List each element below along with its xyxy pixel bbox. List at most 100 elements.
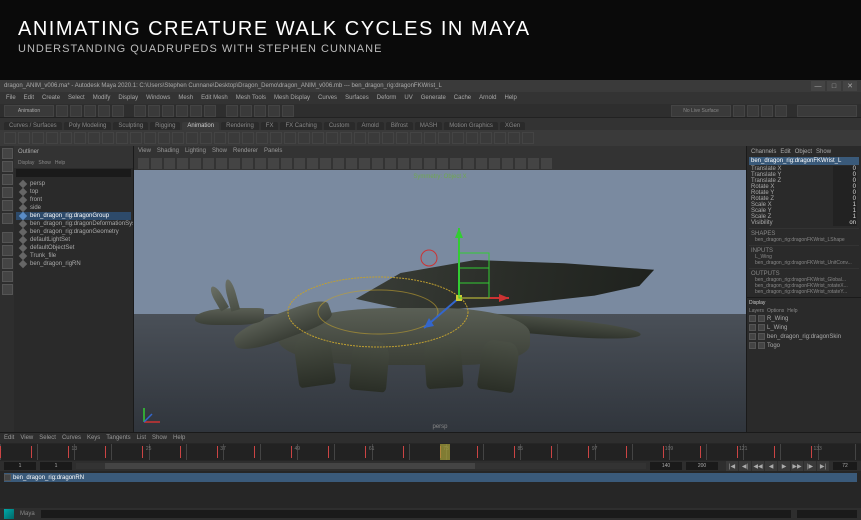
shelf-item-icon[interactable]: [130, 132, 142, 144]
layer-visibility-toggle[interactable]: [749, 342, 756, 349]
menu-edit-mesh[interactable]: Edit Mesh: [201, 95, 228, 101]
keyframe-tick[interactable]: [68, 446, 69, 458]
viewport-tool-icon[interactable]: [203, 158, 214, 169]
close-button[interactable]: ✕: [843, 81, 857, 91]
channelbox-menu-edit[interactable]: Edit: [780, 149, 790, 155]
outliner-item[interactable]: ben_dragon_rig:dragonDeformationSystem: [16, 220, 131, 228]
keyframe-tick[interactable]: [737, 446, 738, 458]
outliner-item[interactable]: defaultObjectSet: [16, 244, 131, 252]
channelbox-menu-show[interactable]: Show: [816, 149, 831, 155]
display-layer-row[interactable]: ben_dragon_rig:dragonSkin: [749, 332, 859, 341]
play-back-button[interactable]: ◀: [765, 461, 777, 471]
viewport-menu-view[interactable]: View: [138, 148, 151, 154]
viewport-tool-icon[interactable]: [463, 158, 474, 169]
range-start-input[interactable]: 1: [4, 462, 36, 470]
shelf-item-icon[interactable]: [522, 132, 534, 144]
viewport-tool-icon[interactable]: [177, 158, 188, 169]
anim-layer-toggle[interactable]: [4, 474, 11, 481]
lasso-tool-icon[interactable]: [148, 105, 160, 117]
current-time-indicator[interactable]: [440, 444, 450, 460]
shelf-item-icon[interactable]: [172, 132, 184, 144]
viewport-tool-icon[interactable]: [190, 158, 201, 169]
rotate-tool-icon[interactable]: [190, 105, 202, 117]
playback-end-input[interactable]: 140: [650, 462, 682, 470]
workspace-dropdown[interactable]: [797, 105, 857, 117]
render-settings-icon[interactable]: [775, 105, 787, 117]
keyframe-tick[interactable]: [328, 446, 329, 458]
scale-tool[interactable]: [2, 213, 13, 224]
display-layer-row[interactable]: R_Wing: [749, 314, 859, 323]
viewport-tool-icon[interactable]: [333, 158, 344, 169]
minimize-button[interactable]: ―: [811, 81, 825, 91]
menu-create[interactable]: Create: [42, 95, 60, 101]
shelf-item-icon[interactable]: [284, 132, 296, 144]
channel-node-name[interactable]: ben_dragon_rig:dragonFKWrist_L: [749, 157, 859, 165]
range-end-input[interactable]: 200: [686, 462, 718, 470]
keyframe-tick[interactable]: [477, 446, 478, 458]
keyframe-tick[interactable]: [291, 446, 292, 458]
playback-start-input[interactable]: 1: [40, 462, 72, 470]
keyframe-tick[interactable]: [180, 446, 181, 458]
channel-row[interactable]: Visibilityon: [749, 220, 859, 226]
keyframe-tick[interactable]: [551, 446, 552, 458]
layer-playback-toggle[interactable]: [758, 333, 765, 340]
layer-menu-help[interactable]: Help: [787, 308, 797, 314]
menu-select[interactable]: Select: [68, 95, 85, 101]
menu-mesh-display[interactable]: Mesh Display: [274, 95, 310, 101]
viewport-tool-icon[interactable]: [372, 158, 383, 169]
display-layer-row[interactable]: L_Wing: [749, 323, 859, 332]
shelf-item-icon[interactable]: [256, 132, 268, 144]
shelf-tab-animation[interactable]: Animation: [182, 122, 219, 130]
shelf-item-icon[interactable]: [60, 132, 72, 144]
viewport-tool-icon[interactable]: [502, 158, 513, 169]
shelf-item-icon[interactable]: [4, 132, 16, 144]
rotation-arc-control[interactable]: [318, 262, 498, 362]
select-tool[interactable]: [2, 148, 13, 159]
go-end-button[interactable]: ▶|: [817, 461, 829, 471]
shelf-item-icon[interactable]: [214, 132, 226, 144]
shelf-item-icon[interactable]: [424, 132, 436, 144]
symmetry-toggle-icon[interactable]: [733, 105, 745, 117]
viewport-menu-lighting[interactable]: Lighting: [185, 148, 206, 154]
maximize-button[interactable]: □: [827, 81, 841, 91]
command-line-input[interactable]: [41, 510, 791, 518]
viewport-tool-icon[interactable]: [450, 158, 461, 169]
snap-grid-icon[interactable]: [226, 105, 238, 117]
window-titlebar[interactable]: dragon_ANIM_v006.ma* - Autodesk Maya 202…: [0, 80, 861, 92]
snap-live-icon[interactable]: [282, 105, 294, 117]
menu-cache[interactable]: Cache: [454, 95, 471, 101]
shelf-tab-sculpting[interactable]: Sculpting: [113, 122, 148, 130]
keyframe-tick[interactable]: [588, 446, 589, 458]
viewport-tool-icon[interactable]: [385, 158, 396, 169]
outliner-item[interactable]: Trunk_file: [16, 252, 131, 260]
shelf-item-icon[interactable]: [186, 132, 198, 144]
keyframe-tick[interactable]: [626, 446, 627, 458]
viewport-tool-icon[interactable]: [476, 158, 487, 169]
snap-curve-icon[interactable]: [240, 105, 252, 117]
viewport-tool-icon[interactable]: [138, 158, 149, 169]
play-forward-button[interactable]: ▶: [778, 461, 790, 471]
graph-menu-keys[interactable]: Keys: [87, 435, 100, 441]
shelf-item-icon[interactable]: [228, 132, 240, 144]
redo-icon[interactable]: [112, 105, 124, 117]
keyframe-tick[interactable]: [811, 446, 812, 458]
keyframe-tick[interactable]: [663, 446, 664, 458]
shelf-item-icon[interactable]: [18, 132, 30, 144]
shelf-item-icon[interactable]: [88, 132, 100, 144]
layout-persp-outliner-icon[interactable]: [2, 284, 13, 295]
menu-file[interactable]: File: [6, 95, 16, 101]
menu-curves[interactable]: Curves: [318, 95, 337, 101]
channel-value[interactable]: on: [833, 220, 857, 226]
viewport-tool-icon[interactable]: [398, 158, 409, 169]
keyframe-tick[interactable]: [142, 446, 143, 458]
current-frame-input[interactable]: 72: [833, 462, 857, 470]
viewport-tool-icon[interactable]: [307, 158, 318, 169]
outliner-item[interactable]: side: [16, 204, 131, 212]
keyframe-tick[interactable]: [0, 446, 1, 458]
shelf-item-icon[interactable]: [270, 132, 282, 144]
layer-visibility-toggle[interactable]: [749, 333, 756, 340]
viewport-3d[interactable]: Symmetry: Object X: [134, 170, 746, 432]
shelf-item-icon[interactable]: [158, 132, 170, 144]
outliner-item[interactable]: persp: [16, 180, 131, 188]
outliner-search-input[interactable]: [16, 169, 131, 177]
